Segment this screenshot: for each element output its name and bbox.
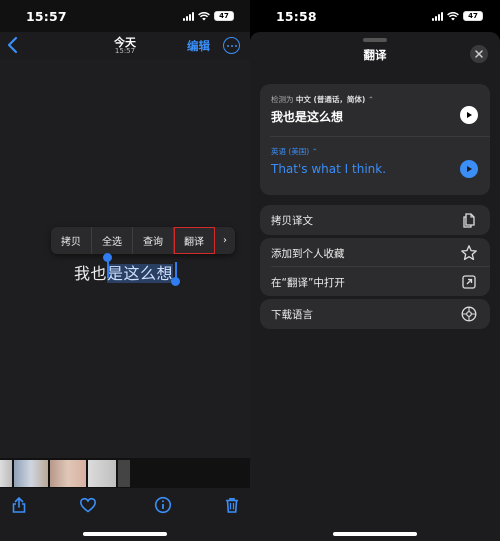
target-language-selector[interactable]: 英语 (美国) ⌃ — [271, 146, 318, 157]
actions-group-copy: 拷贝译文 — [260, 205, 490, 235]
thumbnail[interactable] — [14, 460, 48, 487]
unselected-text: 我也 — [74, 264, 108, 283]
heart-icon[interactable] — [79, 496, 97, 514]
thumbnail[interactable] — [50, 460, 86, 487]
cellular-signal-icon — [183, 11, 194, 21]
text-selection-menu: 拷贝 全选 查询 翻译 › — [51, 227, 235, 254]
copy-icon — [463, 213, 475, 228]
share-icon[interactable] — [10, 496, 28, 514]
photos-screen: 15:57 47 今天 15:57 编辑 拷贝 全选 查询 翻译 › 我也是这么… — [0, 0, 250, 541]
open-in-translate-row[interactable]: 在“翻译”中打开 — [260, 267, 490, 296]
menu-item-translate[interactable]: 翻译 — [174, 227, 215, 254]
open-external-icon — [462, 275, 476, 289]
play-icon — [467, 166, 472, 172]
photo-navbar: 今天 15:57 编辑 — [0, 32, 250, 60]
thumbnail-strip[interactable] — [0, 458, 250, 488]
settings-icon — [461, 306, 477, 322]
info-icon[interactable] — [154, 496, 172, 514]
home-indicator — [83, 532, 167, 536]
translated-text: That's what I think. — [271, 162, 387, 176]
source-text: 我也是这么想 — [271, 110, 344, 124]
close-icon — [475, 50, 483, 58]
chevron-updown-icon: ⌃ — [367, 95, 375, 104]
home-indicator — [333, 532, 417, 536]
source-language-selector[interactable]: 检测为 中文 (普通话，简体) ⌃ — [271, 94, 374, 105]
play-translation-button[interactable] — [460, 160, 478, 178]
battery-icon: 47 — [214, 11, 234, 21]
thumbnail[interactable] — [88, 460, 116, 487]
more-options-icon[interactable] — [223, 37, 240, 54]
play-icon — [467, 112, 472, 118]
add-to-favorites-row[interactable]: 添加到个人收藏 — [260, 238, 490, 267]
wifi-icon — [198, 11, 210, 20]
sheet-title: 翻译 — [363, 48, 387, 62]
menu-item-look-up[interactable]: 查询 — [133, 227, 174, 254]
sheet-grabber[interactable] — [363, 38, 387, 42]
menu-item-copy[interactable]: 拷贝 — [51, 227, 92, 254]
selection-start-handle[interactable] — [103, 253, 112, 262]
status-time: 15:57 — [26, 9, 67, 24]
edit-button[interactable]: 编辑 — [187, 38, 210, 54]
status-icons: 47 — [432, 11, 483, 21]
star-icon — [461, 245, 477, 261]
status-time: 15:58 — [276, 9, 317, 24]
chevron-updown-icon: ⌃ — [311, 147, 318, 156]
nav-subtitle-time: 15:57 — [114, 47, 136, 55]
close-button[interactable] — [470, 45, 488, 63]
menu-more-arrow[interactable]: › — [215, 227, 235, 254]
selected-text[interactable]: 是这么想 — [107, 264, 174, 283]
translation-card: 检测为 中文 (普通话，简体) ⌃ 我也是这么想 英语 (美国) ⌃ That'… — [260, 84, 490, 195]
wifi-icon — [447, 11, 459, 20]
photo-live-text[interactable]: 我也是这么想 — [74, 260, 174, 284]
status-bar: 15:57 47 — [0, 0, 250, 32]
actions-group-download: 下载语言 — [260, 299, 490, 329]
play-source-button[interactable] — [460, 106, 478, 124]
status-icons: 47 — [183, 11, 234, 21]
download-languages-row[interactable]: 下载语言 — [260, 299, 490, 329]
cellular-signal-icon — [432, 11, 443, 21]
actions-group-save: 添加到个人收藏 在“翻译”中打开 — [260, 238, 490, 296]
menu-item-select-all[interactable]: 全选 — [92, 227, 133, 254]
selection-end-handle[interactable] — [171, 277, 180, 286]
copy-translation-row[interactable]: 拷贝译文 — [260, 205, 490, 235]
trash-icon[interactable] — [223, 496, 241, 514]
battery-icon: 47 — [463, 11, 483, 21]
photo-toolbar — [0, 488, 250, 541]
thumbnail[interactable] — [0, 460, 12, 487]
card-divider — [270, 136, 490, 137]
translate-screen: 15:58 47 翻译 检测为 中文 (普通话，简体) ⌃ 我也是这么想 英语 … — [250, 0, 500, 541]
photo-view — [0, 60, 250, 458]
thumbnail[interactable] — [118, 460, 130, 487]
translate-sheet: 翻译 检测为 中文 (普通话，简体) ⌃ 我也是这么想 英语 (美国) ⌃ Th… — [250, 32, 500, 541]
